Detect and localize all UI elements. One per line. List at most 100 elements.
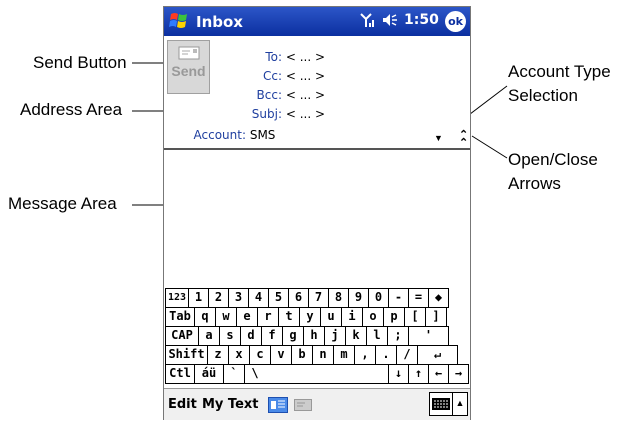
key-u[interactable]: u <box>320 307 342 327</box>
key-tab[interactable]: Tab <box>165 307 195 327</box>
key-semicolon[interactable]: ; <box>387 326 409 346</box>
subject-field[interactable]: Subj: < ... > <box>224 107 325 121</box>
envelope-icon <box>178 46 199 60</box>
keyboard-row-1: 123 1 2 3 4 5 6 7 8 9 0 - = ◆ <box>165 288 470 308</box>
key-d[interactable]: d <box>240 326 262 346</box>
key-left[interactable]: ← <box>428 364 449 384</box>
key-up[interactable]: ↑ <box>408 364 429 384</box>
key-backtick[interactable]: ` <box>223 364 245 384</box>
key-g[interactable]: g <box>282 326 304 346</box>
key-comma[interactable]: , <box>354 345 376 365</box>
key-period[interactable]: . <box>375 345 397 365</box>
key-slash[interactable]: / <box>396 345 418 365</box>
keyboard-row-4: Shift z x c v b n m , . / ↵ <box>165 345 470 365</box>
keyboard-icon[interactable] <box>429 392 453 416</box>
key-z[interactable]: z <box>207 345 229 365</box>
key-m[interactable]: m <box>333 345 355 365</box>
key-enter[interactable]: ↵ <box>417 345 458 365</box>
ok-button[interactable]: ok <box>445 11 466 32</box>
key-open-bracket[interactable]: [ <box>404 307 426 327</box>
key-x[interactable]: x <box>228 345 250 365</box>
cc-value[interactable]: < ... > <box>286 69 325 83</box>
windows-start-icon[interactable] <box>168 11 190 31</box>
speaker-icon[interactable] <box>382 13 398 27</box>
key-r[interactable]: r <box>257 307 279 327</box>
keyboard-row-5: Ctl áü ` \ ↓ ↑ ← → <box>165 364 470 384</box>
key-equals[interactable]: = <box>408 288 429 308</box>
send-button[interactable]: Send <box>167 40 210 94</box>
subject-label: Subj: <box>251 107 282 121</box>
account-field[interactable]: Account: SMS <box>188 128 276 142</box>
send-button-label: Send <box>171 63 206 79</box>
account-dropdown-arrow-icon[interactable]: ▼ <box>434 133 443 143</box>
key-j[interactable]: j <box>324 326 346 346</box>
to-label: To: <box>265 50 282 64</box>
open-close-arrows-icon[interactable]: ⌃ ⌃ <box>459 130 468 149</box>
key-o[interactable]: o <box>362 307 384 327</box>
status-area: 1:50 <box>360 12 439 28</box>
key-right[interactable]: → <box>448 364 469 384</box>
key-apostrophe[interactable]: ' <box>408 326 449 346</box>
key-5[interactable]: 5 <box>268 288 289 308</box>
key-p[interactable]: p <box>383 307 405 327</box>
key-v[interactable]: v <box>270 345 292 365</box>
to-field[interactable]: To: < ... > <box>224 50 325 64</box>
key-1[interactable]: 1 <box>188 288 209 308</box>
keyboard-row-3: CAP a s d f g h j k l ; ' <box>165 326 470 346</box>
key-f[interactable]: f <box>261 326 283 346</box>
menu-bar: Edit My Text ▲ <box>164 388 470 420</box>
key-y[interactable]: y <box>299 307 321 327</box>
key-shift[interactable]: Shift <box>165 345 208 365</box>
key-q[interactable]: q <box>194 307 216 327</box>
message-icon[interactable] <box>294 397 312 413</box>
key-8[interactable]: 8 <box>328 288 349 308</box>
key-minus[interactable]: - <box>388 288 409 308</box>
menu-my-text[interactable]: My Text <box>202 397 259 412</box>
bcc-label: Bcc: <box>256 88 282 102</box>
key-n[interactable]: n <box>312 345 334 365</box>
key-w[interactable]: w <box>215 307 237 327</box>
key-accents[interactable]: áü <box>194 364 224 384</box>
key-s[interactable]: s <box>219 326 241 346</box>
signal-icon[interactable] <box>360 12 376 28</box>
key-t[interactable]: t <box>278 307 300 327</box>
key-6[interactable]: 6 <box>288 288 309 308</box>
key-i[interactable]: i <box>341 307 363 327</box>
key-backspace[interactable]: ◆ <box>428 288 449 308</box>
to-value[interactable]: < ... > <box>286 50 325 64</box>
contacts-icon[interactable] <box>268 397 288 413</box>
key-a[interactable]: a <box>198 326 220 346</box>
key-ctl[interactable]: Ctl <box>165 364 195 384</box>
key-e[interactable]: e <box>236 307 258 327</box>
key-c[interactable]: c <box>249 345 271 365</box>
key-3[interactable]: 3 <box>228 288 249 308</box>
account-label: Account: <box>193 128 247 142</box>
bcc-field[interactable]: Bcc: < ... > <box>224 88 326 102</box>
key-down[interactable]: ↓ <box>388 364 409 384</box>
cc-field[interactable]: Cc: < ... > <box>224 69 325 83</box>
key-k[interactable]: k <box>345 326 367 346</box>
message-area[interactable] <box>164 150 470 288</box>
key-7[interactable]: 7 <box>308 288 329 308</box>
account-value[interactable]: SMS <box>250 128 276 142</box>
key-h[interactable]: h <box>303 326 325 346</box>
menu-edit[interactable]: Edit <box>168 397 197 412</box>
key-9[interactable]: 9 <box>348 288 369 308</box>
key-caps[interactable]: CAP <box>165 326 199 346</box>
key-2[interactable]: 2 <box>208 288 229 308</box>
key-backslash[interactable]: \ <box>244 364 266 384</box>
key-b[interactable]: b <box>291 345 313 365</box>
input-selector-arrow-icon[interactable]: ▲ <box>452 392 468 416</box>
key-close-bracket[interactable]: ] <box>425 307 447 327</box>
key-123[interactable]: 123 <box>165 288 189 308</box>
pocketpc-screen: Inbox 1:50 ok Send To: < ... > Cc: < ...… <box>163 6 471 420</box>
key-l[interactable]: l <box>366 326 388 346</box>
subject-value[interactable]: < ... > <box>286 107 325 121</box>
key-space[interactable] <box>265 364 389 384</box>
page-title: Inbox <box>196 13 243 31</box>
clock-time[interactable]: 1:50 <box>404 12 439 28</box>
cc-label: Cc: <box>262 69 282 83</box>
key-0[interactable]: 0 <box>368 288 389 308</box>
key-4[interactable]: 4 <box>248 288 269 308</box>
bcc-value[interactable]: < ... > <box>286 88 325 102</box>
